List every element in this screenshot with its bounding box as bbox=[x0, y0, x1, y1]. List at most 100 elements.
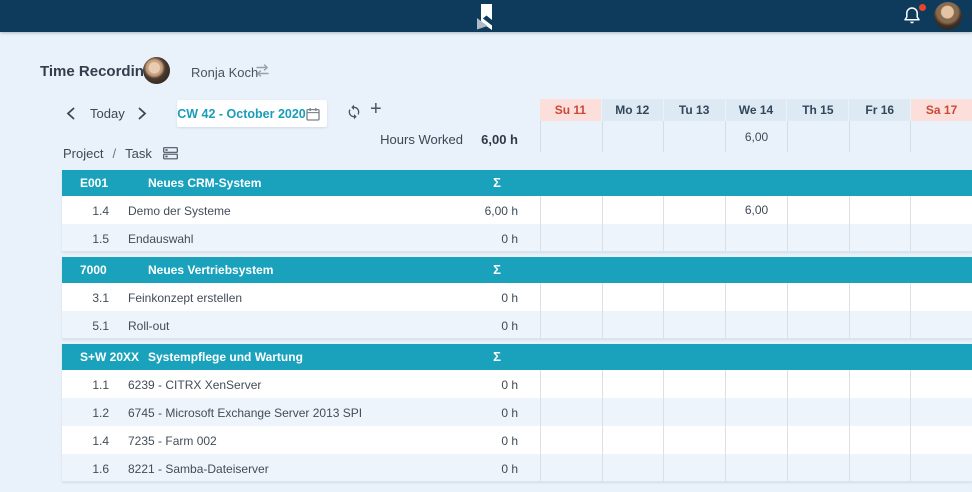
time-entry-cell[interactable] bbox=[849, 224, 911, 251]
task-number: 1.5 bbox=[78, 232, 109, 246]
day-header-cell[interactable]: We 14 bbox=[726, 99, 787, 121]
time-entry-cell[interactable] bbox=[849, 454, 911, 481]
time-entry-cell[interactable] bbox=[540, 311, 602, 338]
add-task-button[interactable]: + bbox=[370, 99, 382, 119]
time-entry-cell[interactable] bbox=[540, 426, 602, 454]
time-entry-cell[interactable] bbox=[849, 398, 911, 426]
time-entry-cell[interactable] bbox=[663, 311, 725, 338]
today-button[interactable]: Today bbox=[90, 106, 125, 121]
project-code: S+W 20XX bbox=[80, 350, 139, 364]
week-selector[interactable]: CW 42 - October 2020 bbox=[177, 100, 327, 127]
time-entry-cell[interactable] bbox=[849, 196, 911, 224]
sum-symbol: Σ bbox=[482, 349, 512, 364]
time-entry-cell[interactable] bbox=[725, 370, 787, 398]
time-entry-cell[interactable] bbox=[849, 283, 911, 311]
time-entry-cell[interactable] bbox=[602, 311, 664, 338]
time-entry-cell[interactable] bbox=[602, 454, 664, 481]
time-entry-cell[interactable] bbox=[787, 398, 849, 426]
time-entry-cell[interactable] bbox=[540, 454, 602, 481]
previous-week-button[interactable] bbox=[66, 107, 75, 125]
time-entry-cell[interactable] bbox=[663, 426, 725, 454]
day-header-cell[interactable]: Fr 16 bbox=[849, 99, 910, 121]
task-row[interactable]: 5.1Roll-out0 h bbox=[62, 311, 972, 339]
time-entry-cell[interactable] bbox=[663, 283, 725, 311]
list-view-icon[interactable] bbox=[163, 147, 178, 160]
task-name: Roll-out bbox=[128, 319, 169, 333]
time-entry-cell[interactable] bbox=[787, 224, 849, 251]
time-entry-cell[interactable] bbox=[787, 370, 849, 398]
time-entry-cell[interactable] bbox=[787, 426, 849, 454]
user-avatar-small bbox=[143, 57, 170, 84]
app-logo-icon[interactable] bbox=[472, 3, 498, 31]
time-entry-cell[interactable] bbox=[663, 224, 725, 251]
time-entry-cell[interactable] bbox=[602, 196, 664, 224]
time-entry-cell[interactable] bbox=[849, 426, 911, 454]
time-entry-cell[interactable] bbox=[663, 196, 725, 224]
time-entry-cell[interactable] bbox=[663, 370, 725, 398]
switch-user-icon[interactable] bbox=[254, 64, 271, 82]
project-group-header[interactable]: E001Neues CRM-SystemΣ bbox=[62, 170, 972, 196]
time-entry-cell[interactable] bbox=[602, 398, 664, 426]
project-group: S+W 20XXSystempflege und WartungΣ1.16239… bbox=[62, 344, 972, 482]
time-entry-cell[interactable] bbox=[725, 426, 787, 454]
week-selector-label: CW 42 - October 2020 bbox=[177, 107, 306, 121]
time-entry-cell[interactable] bbox=[602, 426, 664, 454]
day-header-cell[interactable]: Mo 12 bbox=[602, 99, 663, 121]
time-entry-cell[interactable] bbox=[910, 224, 972, 251]
project-group-header[interactable]: 7000Neues VertriebsystemΣ bbox=[62, 257, 972, 283]
task-total-hours: 6,00 h bbox=[458, 204, 518, 218]
day-header-row: Su 11Mo 12Tu 13We 14Th 15Fr 16Sa 17 bbox=[540, 99, 972, 121]
task-row[interactable]: 1.4Demo der Systeme6,00 h6,00 bbox=[62, 196, 972, 224]
hours-worked-total: 6,00 h bbox=[468, 132, 518, 147]
time-entry-cell[interactable] bbox=[849, 370, 911, 398]
time-entry-cell[interactable] bbox=[725, 283, 787, 311]
time-entry-cell[interactable] bbox=[910, 196, 972, 224]
time-entry-cell[interactable] bbox=[540, 283, 602, 311]
time-entry-cell[interactable] bbox=[725, 454, 787, 481]
time-entry-cell[interactable] bbox=[725, 398, 787, 426]
top-navigation-bar bbox=[0, 0, 972, 32]
time-entry-cell[interactable] bbox=[602, 283, 664, 311]
task-row[interactable]: 1.26745 - Microsoft Exchange Server 2013… bbox=[62, 398, 972, 426]
task-row[interactable]: 1.16239 - CITRX XenServer0 h bbox=[62, 370, 972, 398]
time-entry-cell[interactable] bbox=[725, 224, 787, 251]
day-header-cell[interactable]: Th 15 bbox=[787, 99, 848, 121]
time-entry-cell[interactable] bbox=[910, 426, 972, 454]
notifications-bell-icon[interactable] bbox=[902, 5, 926, 29]
user-avatar[interactable] bbox=[934, 2, 962, 30]
day-header-cell[interactable]: Sa 17 bbox=[911, 99, 972, 121]
time-entry-cell[interactable] bbox=[787, 283, 849, 311]
day-header-cell[interactable]: Tu 13 bbox=[664, 99, 725, 121]
time-entry-cell[interactable] bbox=[849, 311, 911, 338]
task-row[interactable]: 1.47235 - Farm 0020 h bbox=[62, 426, 972, 454]
time-entry-cell[interactable] bbox=[910, 454, 972, 481]
time-entry-cell[interactable] bbox=[910, 311, 972, 338]
time-entry-cell[interactable] bbox=[910, 398, 972, 426]
refresh-icon[interactable] bbox=[346, 104, 362, 125]
time-entry-cell[interactable] bbox=[663, 398, 725, 426]
time-entry-cell[interactable] bbox=[787, 311, 849, 338]
project-group: 7000Neues VertriebsystemΣ3.1Feinkonzept … bbox=[62, 257, 972, 339]
time-entry-cell[interactable] bbox=[540, 370, 602, 398]
time-entry-cell[interactable] bbox=[663, 454, 725, 481]
project-group-header[interactable]: S+W 20XXSystempflege und WartungΣ bbox=[62, 344, 972, 370]
task-day-area bbox=[540, 311, 972, 338]
day-header-cell[interactable]: Su 11 bbox=[540, 99, 601, 121]
time-entry-cell[interactable] bbox=[540, 224, 602, 251]
time-entry-cell[interactable] bbox=[787, 454, 849, 481]
time-entry-cell[interactable] bbox=[910, 283, 972, 311]
task-row[interactable]: 1.68221 - Samba-Dateiserver0 h bbox=[62, 454, 972, 482]
time-entry-cell[interactable] bbox=[602, 224, 664, 251]
timesheet-table: E001Neues CRM-SystemΣ1.4Demo der Systeme… bbox=[62, 170, 972, 482]
task-row[interactable]: 1.5Endauswahl0 h bbox=[62, 224, 972, 252]
time-entry-cell[interactable] bbox=[787, 196, 849, 224]
task-row[interactable]: 3.1Feinkonzept erstellen0 h bbox=[62, 283, 972, 311]
time-entry-cell[interactable] bbox=[540, 196, 602, 224]
task-number: 1.4 bbox=[78, 204, 109, 218]
time-entry-cell[interactable] bbox=[910, 370, 972, 398]
next-week-button[interactable] bbox=[138, 107, 147, 125]
time-entry-cell[interactable]: 6,00 bbox=[725, 196, 787, 224]
time-entry-cell[interactable] bbox=[540, 398, 602, 426]
time-entry-cell[interactable] bbox=[602, 370, 664, 398]
time-entry-cell[interactable] bbox=[725, 311, 787, 338]
